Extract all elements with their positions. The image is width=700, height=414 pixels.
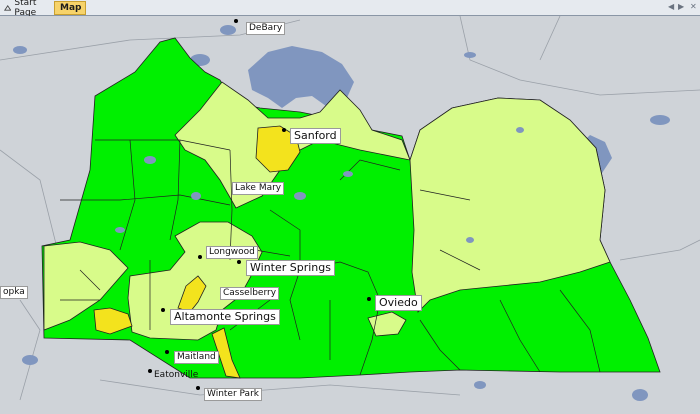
map-canvas[interactable]: DeBary Sanford Lake Mary Longwood Winter…	[0, 15, 700, 410]
map-svg	[0, 15, 700, 410]
winter-park-marker	[196, 386, 200, 390]
tab-map[interactable]: Map	[54, 1, 86, 15]
city-label-maitland: Maitland	[174, 351, 219, 364]
city-label-sanford: Sanford	[290, 128, 341, 144]
oviedo-marker	[367, 297, 371, 301]
city-label-lake-mary: Lake Mary	[232, 182, 285, 195]
debary-marker	[234, 19, 238, 23]
city-label-altamonte-springs: Altamonte Springs	[170, 309, 280, 325]
tab-bar: Start Page Map ◀ ▶ ✕	[0, 0, 700, 18]
city-label-casselberry: Casselberry	[220, 287, 280, 300]
city-label-apopka-partial: opka	[0, 286, 28, 299]
winter-springs-marker	[237, 260, 241, 264]
start-page-icon	[4, 4, 12, 11]
city-label-longwood: Longwood	[206, 246, 258, 259]
city-label-winter-springs: Winter Springs	[246, 260, 335, 276]
maitland-marker	[165, 350, 169, 354]
sanford-marker	[282, 128, 286, 132]
city-label-debary: DeBary	[246, 22, 286, 35]
tab-scroll-left[interactable]: ◀	[668, 2, 674, 11]
city-label-oviedo: Oviedo	[375, 295, 422, 311]
tab-start-page[interactable]: Start Page	[2, 0, 54, 18]
tab-map-label: Map	[60, 3, 82, 13]
tab-scroll-right[interactable]: ▶	[678, 2, 684, 11]
close-tab-button[interactable]: ✕	[690, 2, 697, 11]
longwood-marker	[198, 255, 202, 259]
eatonville-marker	[148, 369, 152, 373]
city-label-eatonville: Eatonville	[154, 370, 199, 380]
altamonte-springs-marker	[161, 308, 165, 312]
city-label-winter-park: Winter Park	[204, 388, 262, 401]
